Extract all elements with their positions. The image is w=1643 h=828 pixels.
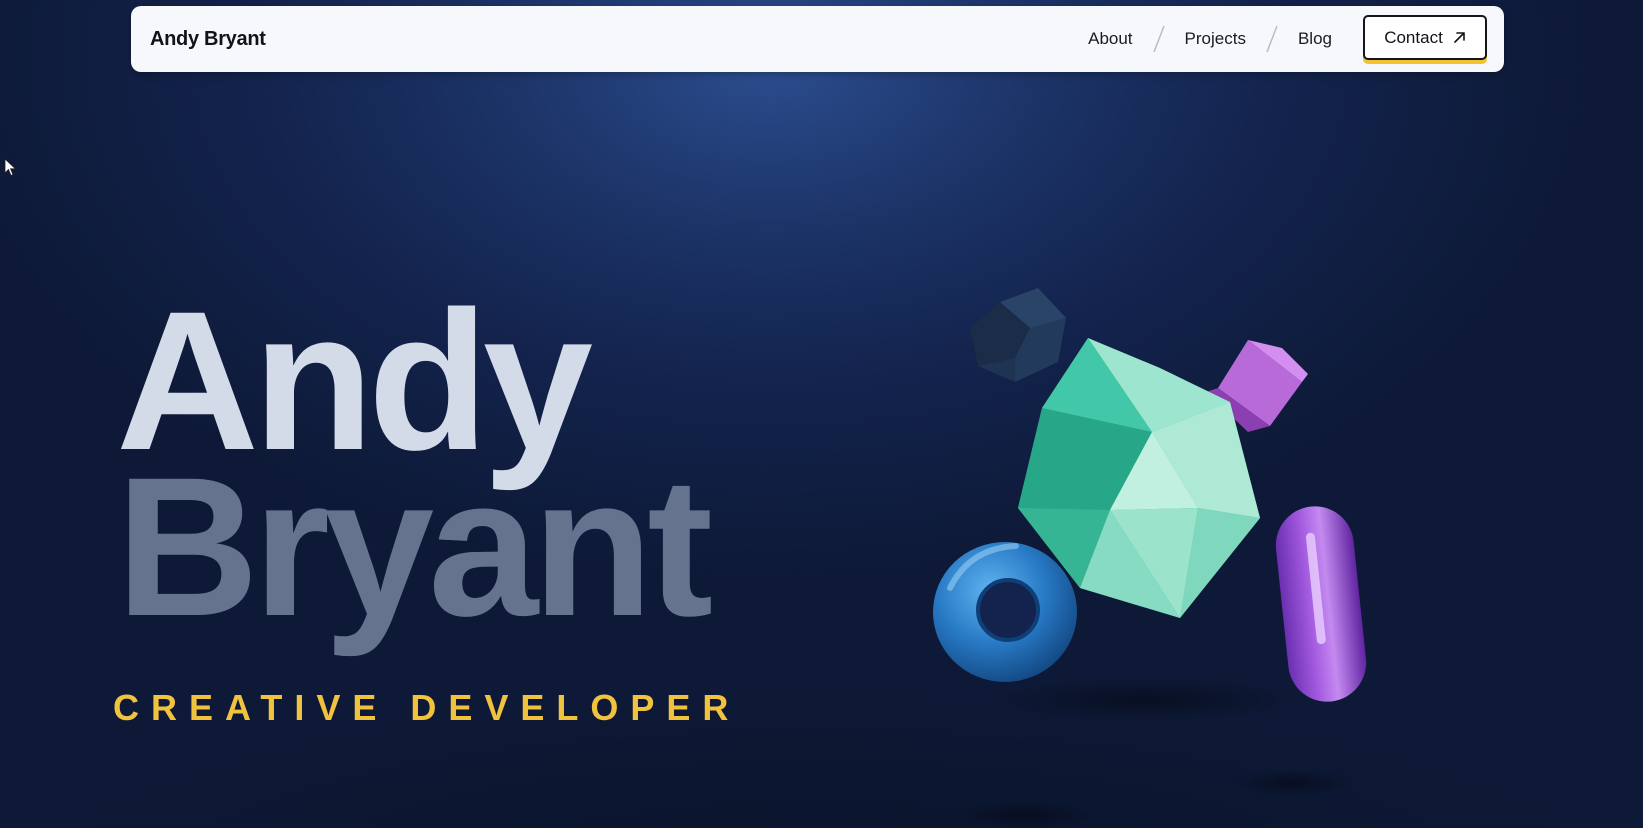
ground-shadow xyxy=(1232,769,1352,797)
hero-last-name: Bryant xyxy=(116,436,713,657)
capsule-shape xyxy=(1275,506,1367,702)
nav-link-about[interactable]: About xyxy=(1084,29,1136,49)
mouse-cursor-icon xyxy=(4,158,17,177)
dodecahedron-shape xyxy=(970,288,1066,382)
nav-separator xyxy=(1152,25,1165,53)
top-navbar: Andy Bryant About Projects Blog Contact xyxy=(131,6,1504,72)
brand-logo[interactable]: Andy Bryant xyxy=(150,6,266,72)
contact-button[interactable]: Contact xyxy=(1363,15,1487,60)
contact-button-label: Contact xyxy=(1384,27,1443,47)
arrow-up-right-icon xyxy=(1453,32,1465,43)
nav-link-projects[interactable]: Projects xyxy=(1181,29,1250,49)
ground-shadow xyxy=(955,801,1095,828)
hero-role-tagline: CREATIVE DEVELOPER xyxy=(113,687,741,728)
nav-link-blog[interactable]: Blog xyxy=(1294,29,1336,49)
ground-shadow xyxy=(995,678,1295,722)
torus-shape xyxy=(933,542,1077,682)
nav-separator xyxy=(1266,25,1278,53)
nav-links: About Projects Blog xyxy=(1084,6,1336,72)
hero-3d-shapes xyxy=(933,288,1367,828)
